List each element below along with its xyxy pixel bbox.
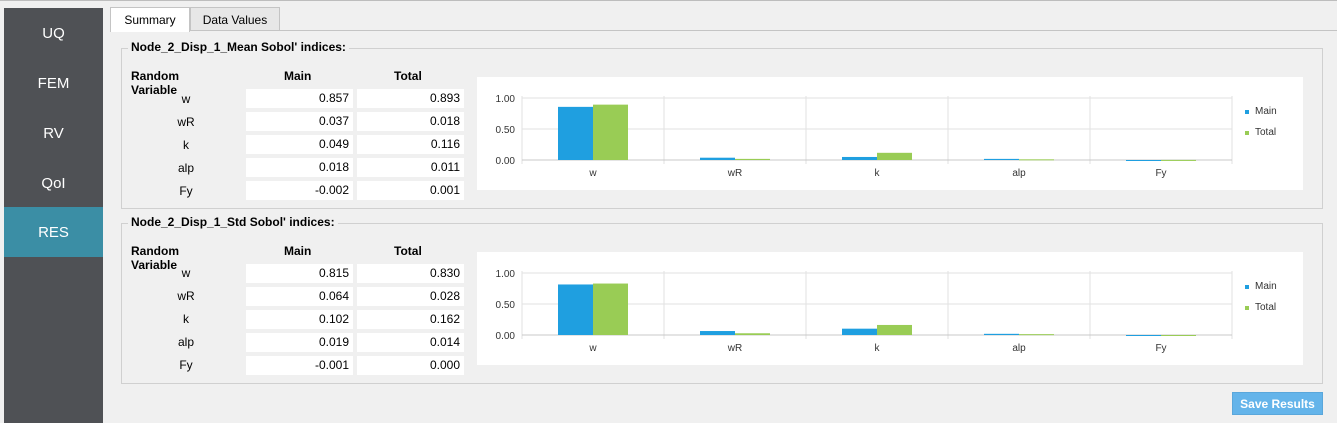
rv-name: alp (177, 335, 194, 349)
main-value-cell: 0.049 (246, 135, 353, 154)
legend-swatch (1245, 131, 1249, 135)
x-tick-label: alp (1012, 343, 1026, 354)
bar-total-w (593, 104, 628, 160)
header-main: Main (284, 244, 312, 258)
rv-name: alp (177, 161, 194, 175)
header-total: Total (394, 69, 422, 83)
x-tick-label: k (875, 168, 881, 179)
legend-swatch (1245, 285, 1249, 289)
sidebar-item-fem[interactable]: FEM (4, 58, 103, 108)
bar-main-Fy (1126, 335, 1161, 336)
main-value-cell: -0.002 (246, 181, 353, 200)
rv-name: Fy (179, 358, 193, 372)
tab-summary[interactable]: Summary (110, 7, 190, 32)
main-value-cell: 0.037 (246, 112, 353, 131)
rv-name: wR (177, 289, 195, 303)
rv-name: wR (177, 115, 195, 129)
bar-main-k (842, 156, 877, 160)
total-value-cell: 0.011 (357, 158, 464, 177)
header-total: Total (394, 244, 422, 258)
main-value-cell: 0.064 (246, 287, 353, 306)
bar-main-Fy (1126, 160, 1161, 161)
bar-main-wR (700, 157, 735, 160)
y-tick-label: 0.00 (496, 331, 516, 342)
tab-divider (110, 30, 1337, 31)
group-title: Node_2_Disp_1_Std Sobol' indices: (128, 215, 338, 229)
total-value-cell: 0.014 (357, 333, 464, 352)
main-value-cell: 0.815 (246, 264, 353, 283)
legend-swatch (1245, 306, 1249, 310)
x-tick-label: alp (1012, 168, 1026, 179)
sidebar-item-rv[interactable]: RV (4, 108, 103, 158)
total-value-cell: 0.830 (357, 264, 464, 283)
x-tick-label: wR (727, 168, 742, 179)
bar-main-alp (984, 333, 1019, 335)
sidebar: UQ FEM RV QoI RES (4, 8, 103, 423)
save-results-button[interactable]: Save Results (1232, 392, 1323, 415)
legend-label: Main (1255, 106, 1277, 117)
rv-name: w (181, 266, 191, 280)
bar-main-w (558, 284, 593, 335)
bar-main-wR (700, 331, 735, 335)
main-value-cell: 0.018 (246, 158, 353, 177)
x-tick-label: w (588, 343, 597, 354)
y-tick-label: 0.50 (496, 125, 516, 136)
bar-main-k (842, 328, 877, 335)
total-value-cell: 0.018 (357, 112, 464, 131)
group-title: Node_2_Disp_1_Mean Sobol' indices: (128, 40, 349, 54)
y-tick-label: 0.00 (496, 156, 516, 167)
bar-main-alp (984, 158, 1019, 160)
bar-main-w (558, 106, 593, 160)
main-value-cell: -0.001 (246, 356, 353, 375)
legend-label: Total (1255, 127, 1276, 138)
bar-chart-svg: 1.00 0.50 0.00 w wR k alp Fy Main Total (496, 94, 1277, 179)
bar-total-wR (735, 158, 770, 160)
total-value-cell: 0.162 (357, 310, 464, 329)
bar-total-k (877, 324, 912, 335)
x-tick-label: Fy (1155, 168, 1166, 179)
rv-name: Fy (179, 184, 193, 198)
total-value-cell: 0.116 (357, 135, 464, 154)
sobol-chart-mean: 1.00 0.50 0.00 w wR k alp Fy Main Total (477, 77, 1303, 190)
bar-total-Fy (1161, 335, 1196, 336)
legend-label: Main (1255, 281, 1277, 292)
bar-total-k (877, 152, 912, 160)
total-value-cell: 0.028 (357, 287, 464, 306)
top-border (0, 0, 1337, 1)
main-value-cell: 0.102 (246, 310, 353, 329)
x-tick-label: Fy (1155, 343, 1166, 354)
rv-name: k (183, 312, 189, 326)
bar-total-alp (1019, 159, 1054, 161)
bar-total-Fy (1161, 159, 1196, 161)
header-main: Main (284, 69, 312, 83)
x-tick-label: w (588, 168, 597, 179)
bar-total-w (593, 283, 628, 335)
rv-name: k (183, 138, 189, 152)
main-value-cell: 0.857 (246, 89, 353, 108)
y-tick-label: 1.00 (496, 269, 516, 280)
rv-name: w (181, 92, 191, 106)
y-tick-label: 1.00 (496, 94, 516, 105)
legend-label: Total (1255, 302, 1276, 313)
sidebar-item-qoi[interactable]: QoI (4, 158, 103, 208)
total-value-cell: 0.001 (357, 181, 464, 200)
total-value-cell: 0.893 (357, 89, 464, 108)
legend-swatch (1245, 110, 1249, 114)
x-tick-label: wR (727, 343, 742, 354)
y-tick-label: 0.50 (496, 300, 516, 311)
bar-total-wR (735, 333, 770, 335)
sidebar-item-res[interactable]: RES (4, 207, 103, 257)
sidebar-item-uq[interactable]: UQ (4, 8, 103, 58)
main-value-cell: 0.019 (246, 333, 353, 352)
x-tick-label: k (875, 343, 881, 354)
sobol-chart-std: 1.00 0.50 0.00 w wR k alp Fy Main Total (477, 252, 1303, 365)
tab-data-values[interactable]: Data Values (190, 7, 280, 31)
bar-total-alp (1019, 334, 1054, 336)
total-value-cell: 0.000 (357, 356, 464, 375)
bar-chart-svg: 1.00 0.50 0.00 w wR k alp Fy Main Total (496, 269, 1277, 354)
